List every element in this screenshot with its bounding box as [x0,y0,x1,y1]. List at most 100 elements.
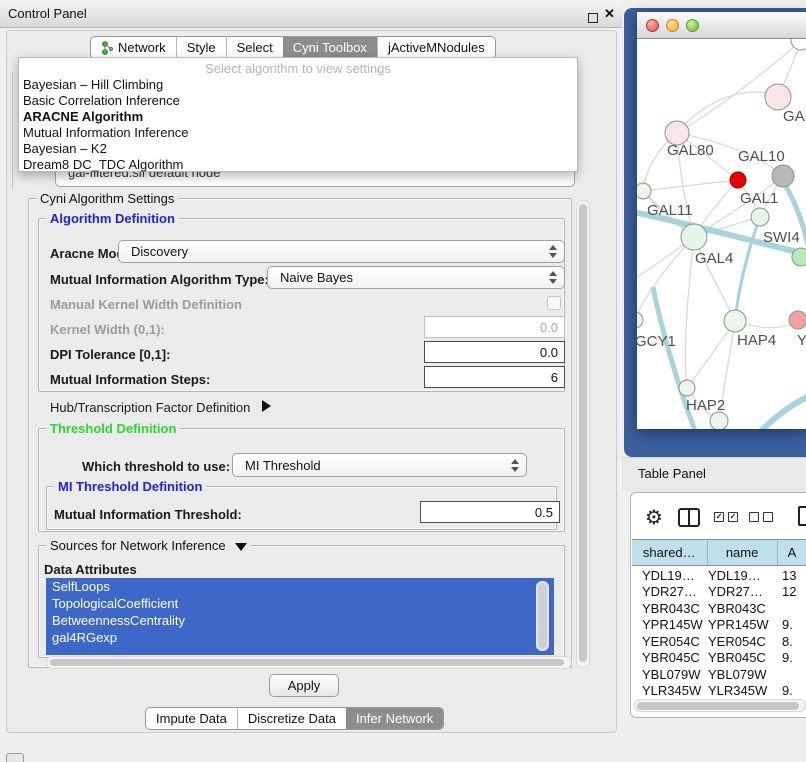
split-columns-icon[interactable] [678,508,700,527]
list-scrollbar[interactable] [536,581,549,651]
tab-network[interactable]: Network [91,37,176,58]
tab-infer-network[interactable]: Infer Network [346,708,443,729]
cell-name: YBR043C [708,601,782,616]
column-header-name[interactable]: name [708,540,778,565]
node-gal11[interactable] [637,183,651,199]
table-row[interactable]: YPR145W YPR145W 9. [632,617,806,634]
table-row[interactable]: YLR345W YLR345W 9. [632,683,806,700]
tab-discretize-data[interactable]: Discretize Data [237,708,346,729]
close-icon[interactable]: ✕ [604,6,615,22]
table-hscrollbar[interactable] [634,699,806,712]
mi-threshold-title: MI Threshold Definition [54,479,206,494]
algorithm-definition-title: Algorithm Definition [46,211,179,226]
deselect-all-checkboxes-icon[interactable] [749,512,773,522]
mi-threshold-field[interactable] [420,501,560,523]
tab-style[interactable]: Style [176,37,226,58]
settings-vscrollbar[interactable] [576,200,590,668]
node-gal1[interactable] [751,208,769,226]
table-row[interactable]: YBL079W YBL079W [632,666,806,683]
column-header-shared[interactable]: shared… [632,540,708,565]
gear-icon[interactable]: ⚙ [645,505,663,529]
attribute-item[interactable]: gal4RGexp [46,629,554,646]
algorithm-option[interactable]: Dream8 DC_TDC Algorithm [23,157,183,173]
algorithm-option-selected[interactable]: ARACNE Algorithm [23,109,143,125]
attribute-item[interactable]: TopologicalCoefficient [46,595,554,612]
node-label: GAL11 [647,202,693,219]
stepper-arrows-icon [549,267,557,288]
mac-minimize-icon[interactable] [666,19,679,32]
expander-right-icon[interactable] [262,400,271,412]
tab-select[interactable]: Select [226,37,283,58]
network-icon [101,41,113,55]
node-salmon[interactable] [789,311,806,329]
node-gal-partial[interactable] [765,84,791,110]
node-red-selected[interactable] [730,172,746,188]
table-hscrollbar-thumb[interactable] [637,702,799,710]
cell-value: 9. [782,617,793,632]
node-label: Y [797,332,806,349]
table-row[interactable]: YDR27… YDR27… 12 [632,584,806,601]
which-threshold-combo[interactable]: MI Threshold [232,453,527,477]
algorithm-option[interactable]: Mutual Information Inference [23,125,188,141]
mi-type-combo[interactable]: Naive Bayes [267,266,565,289]
node-gal10-gray[interactable] [772,165,794,187]
table-row[interactable]: YDL19… YDL19… 13 [632,567,806,584]
table-row[interactable]: YBR043C YBR043C [632,600,806,617]
algorithm-option[interactable]: Bayesian – K2 [23,141,107,157]
control-panel-tabbar: Network Style Select Cyni Toolbox jActiv… [90,36,496,59]
algorithm-option[interactable]: Basic Correlation Inference [23,93,180,109]
attribute-item[interactable]: SelfLoops [46,578,554,595]
collapsed-panel-button[interactable] [6,753,24,762]
manual-kernel-checkbox[interactable] [547,296,561,310]
attribute-item[interactable]: BetweennessCentrality [46,612,554,629]
sources-title-row[interactable]: Sources for Network Inference [46,538,251,553]
table-row[interactable]: YBR045C YBR045C 9. [632,650,806,667]
settings-hscrollbar[interactable] [46,656,572,669]
tab-cyni-toolbox[interactable]: Cyni Toolbox [283,37,377,58]
node-unlabeled-bottom[interactable] [710,412,728,429]
mac-close-icon[interactable] [646,19,659,32]
kernel-width-field[interactable] [424,316,565,338]
dpi-tolerance-label: DPI Tolerance [0,1]: [50,347,170,362]
cell-shared: YBL079W [632,667,708,682]
tab-infer-label: Infer Network [356,711,433,726]
settings-vscrollbar-thumb[interactable] [579,204,587,662]
algorithm-option[interactable]: Bayesian – Hill Climbing [23,77,163,93]
cell-value: 9. [782,650,793,665]
tab-impute-data[interactable]: Impute Data [146,708,237,729]
node-label: GCY1 [637,333,676,350]
tab-impute-label: Impute Data [156,711,227,726]
table-mode-icon[interactable] [798,506,806,526]
node-bright-green[interactable] [792,248,806,266]
expander-down-icon[interactable] [235,543,247,551]
list-scrollbar-thumb[interactable] [538,583,547,649]
node-label: GAL80 [667,142,714,159]
dpi-tolerance-field[interactable] [424,341,565,363]
table-row[interactable]: YER054C YER054C 8. [632,633,806,650]
mi-steps-field[interactable] [424,366,565,388]
node-label: HAP4 [737,332,776,349]
node-hap2[interactable] [679,380,695,396]
node-hap4[interactable] [724,310,746,332]
network-canvas[interactable]: GAL GAL80 GAL10 GAL11 GAL1 SWI4 GAL4 GCY… [637,39,806,429]
mi-threshold-label: Mutual Information Threshold: [54,507,242,522]
node-gal4[interactable] [681,224,707,250]
data-attributes-list: SelfLoops TopologicalCoefficient Between… [46,578,554,655]
apply-button[interactable]: Apply [269,674,339,697]
settings-hscrollbar-thumb[interactable] [50,659,564,666]
column-header-partial[interactable]: A [778,540,806,565]
cyni-settings-title: Cyni Algorithm Settings [36,191,178,206]
node-gcy1[interactable] [637,312,643,328]
network-selector-combo-clipped[interactable]: gal-filtered.sif default node [55,172,575,187]
network-window-titlebar[interactable] [637,12,806,39]
aracne-mode-combo[interactable]: Discovery [118,240,565,263]
float-window-icon[interactable] [588,13,598,23]
which-threshold-label: Which threshold to use: [82,459,230,474]
mac-zoom-icon[interactable] [686,19,699,32]
cell-name: YDL19… [708,568,782,583]
hub-definition-expander[interactable]: Hub/Transcription Factor Definition [50,400,271,415]
algorithm-prompt: Select algorithm to view settings [19,61,577,76]
tab-jactivemnodules[interactable]: jActiveMNodules [377,37,495,58]
select-all-checkboxes-icon[interactable]: ✓✓ [714,512,738,522]
manual-kernel-label: Manual Kernel Width Definition [50,297,242,312]
